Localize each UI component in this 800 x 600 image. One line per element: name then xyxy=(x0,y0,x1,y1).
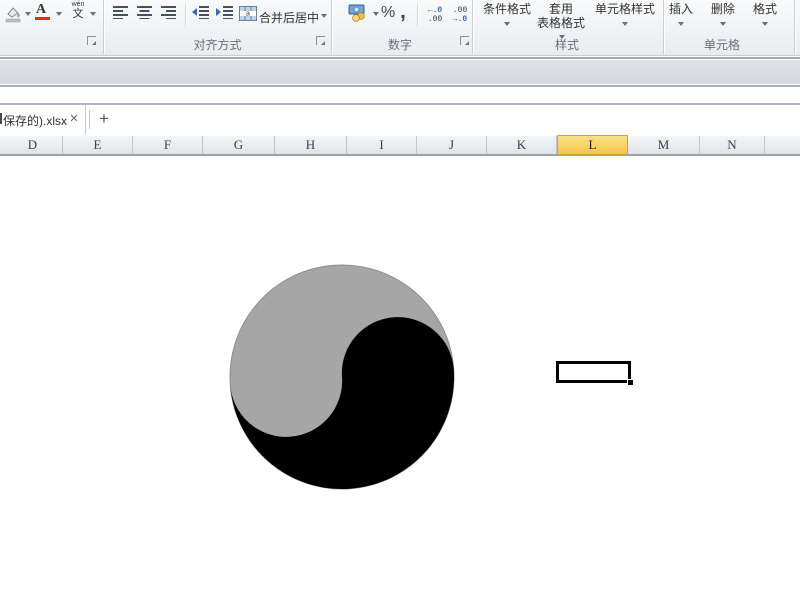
comma-style-button[interactable]: , xyxy=(400,0,406,24)
font-color-bar xyxy=(35,17,50,20)
cell-styles-label: 单元格样式 xyxy=(594,2,655,16)
formula-bar-area xyxy=(0,60,800,84)
insert-label: 插入 xyxy=(668,2,693,16)
column-header-G[interactable]: G xyxy=(203,136,275,154)
yin-yang-shape[interactable] xyxy=(226,261,458,493)
alignment-group-label: 对齐方式 xyxy=(193,38,242,52)
percent-style-button[interactable]: % xyxy=(381,4,395,22)
column-header-E[interactable]: E xyxy=(63,136,133,154)
font-color-letter: A xyxy=(36,2,47,17)
svg-text:a: a xyxy=(246,11,250,18)
ribbon-bottom-edge xyxy=(0,57,800,59)
ribbon: A wén 文 a 合并后居中 对齐方式 % , ←.0 .00 .00 →.0… xyxy=(0,0,800,56)
format-cells-button[interactable]: 格式 xyxy=(750,2,780,26)
fill-handle[interactable] xyxy=(627,379,633,385)
group-separator xyxy=(794,0,795,54)
font-dialog-launcher-icon[interactable] xyxy=(87,36,96,45)
increase-decimal-top: ←.0 xyxy=(427,6,443,15)
conditional-formatting-label: 条件格式 xyxy=(482,2,531,16)
button-separator xyxy=(417,4,418,26)
delete-cells-button[interactable]: 删除 xyxy=(708,2,738,26)
group-separator xyxy=(103,0,104,54)
delete-label: 删除 xyxy=(710,2,735,16)
phonetic-guide-icon[interactable]: wén 文 xyxy=(70,1,86,20)
cell-styles-button[interactable]: 单元格样式 xyxy=(590,2,660,26)
column-headers: DEFGHIJKLMN xyxy=(0,135,800,156)
align-center-icon[interactable] xyxy=(136,5,153,24)
column-header-M[interactable]: M xyxy=(628,136,700,154)
group-separator xyxy=(331,0,332,54)
button-separator xyxy=(185,4,186,26)
conditional-formatting-dropdown-icon xyxy=(504,22,510,26)
merge-center-dropdown-icon[interactable] xyxy=(321,14,327,18)
format-as-table-label-2: 表格格式 xyxy=(536,16,585,30)
insert-dropdown-icon xyxy=(678,22,684,26)
band-edge xyxy=(0,85,800,87)
excel-window: A wén 文 a 合并后居中 对齐方式 % , ←.0 .00 .00 →.0… xyxy=(0,0,800,600)
close-tab-icon[interactable]: ✕ xyxy=(66,111,82,127)
accounting-dropdown-icon[interactable] xyxy=(373,12,379,16)
format-dropdown-icon xyxy=(762,22,768,26)
sheet-grid[interactable] xyxy=(0,156,800,600)
increase-decimal-icon[interactable]: ←.0.00 xyxy=(424,6,446,24)
number-group-label: 数字 xyxy=(387,38,412,52)
font-color-dropdown-icon[interactable] xyxy=(56,12,62,16)
tab-divider xyxy=(89,110,90,129)
alignment-dialog-launcher-icon[interactable] xyxy=(316,36,325,45)
accounting-format-icon[interactable] xyxy=(348,4,370,27)
column-header-N[interactable]: N xyxy=(700,136,765,154)
increase-decimal-bottom: .00 xyxy=(427,15,443,24)
delete-dropdown-icon xyxy=(720,22,726,26)
column-header-L[interactable]: L xyxy=(557,135,628,155)
column-header-J[interactable]: J xyxy=(417,136,487,154)
column-header-F[interactable]: F xyxy=(133,136,203,154)
new-tab-button[interactable]: + xyxy=(94,107,114,131)
fill-color-icon[interactable] xyxy=(4,5,22,28)
column-header-I[interactable]: I xyxy=(347,136,417,154)
format-label: 格式 xyxy=(752,2,777,16)
align-right-icon[interactable] xyxy=(160,5,177,24)
decrease-decimal-bottom: →.0 xyxy=(452,15,468,24)
document-tabbar: 保存的).xlsx ✕ + xyxy=(0,105,800,134)
increase-indent-icon[interactable] xyxy=(215,5,234,24)
decrease-decimal-icon[interactable]: .00 →.0 xyxy=(449,6,471,24)
number-dialog-launcher-icon[interactable] xyxy=(460,36,469,45)
font-color-icon[interactable]: A xyxy=(35,2,50,20)
styles-group-label: 样式 xyxy=(554,38,579,52)
group-separator xyxy=(472,0,473,54)
conditional-formatting-button[interactable]: 条件格式 xyxy=(477,2,537,26)
document-tab[interactable]: 保存的).xlsx ✕ xyxy=(0,105,86,134)
decrease-indent-icon[interactable] xyxy=(191,5,210,24)
merge-center-icon[interactable]: a xyxy=(239,6,257,26)
column-header-D[interactable]: D xyxy=(3,136,63,154)
column-header-H[interactable]: H xyxy=(275,136,347,154)
selected-cell-outline[interactable] xyxy=(556,361,633,385)
group-separator xyxy=(663,0,664,54)
phonetic-dropdown-icon[interactable] xyxy=(90,12,96,16)
phonetic-top-text: wén xyxy=(71,1,85,8)
clipped-char-mark xyxy=(0,113,2,124)
cells-group-label: 单元格 xyxy=(703,38,740,52)
merge-center-label[interactable]: 合并后居中 xyxy=(259,9,319,26)
phonetic-char-text: 文 xyxy=(72,8,84,20)
column-header-K[interactable]: K xyxy=(487,136,557,154)
document-tab-label: 保存的).xlsx xyxy=(3,114,67,128)
format-as-table-label-1: 套用 xyxy=(548,2,573,16)
decrease-decimal-top: .00 xyxy=(452,6,468,15)
fill-color-dropdown-icon[interactable] xyxy=(25,12,31,16)
insert-cells-button[interactable]: 插入 xyxy=(666,2,696,26)
align-left-icon[interactable] xyxy=(112,5,129,24)
cell-styles-dropdown-icon xyxy=(622,22,628,26)
